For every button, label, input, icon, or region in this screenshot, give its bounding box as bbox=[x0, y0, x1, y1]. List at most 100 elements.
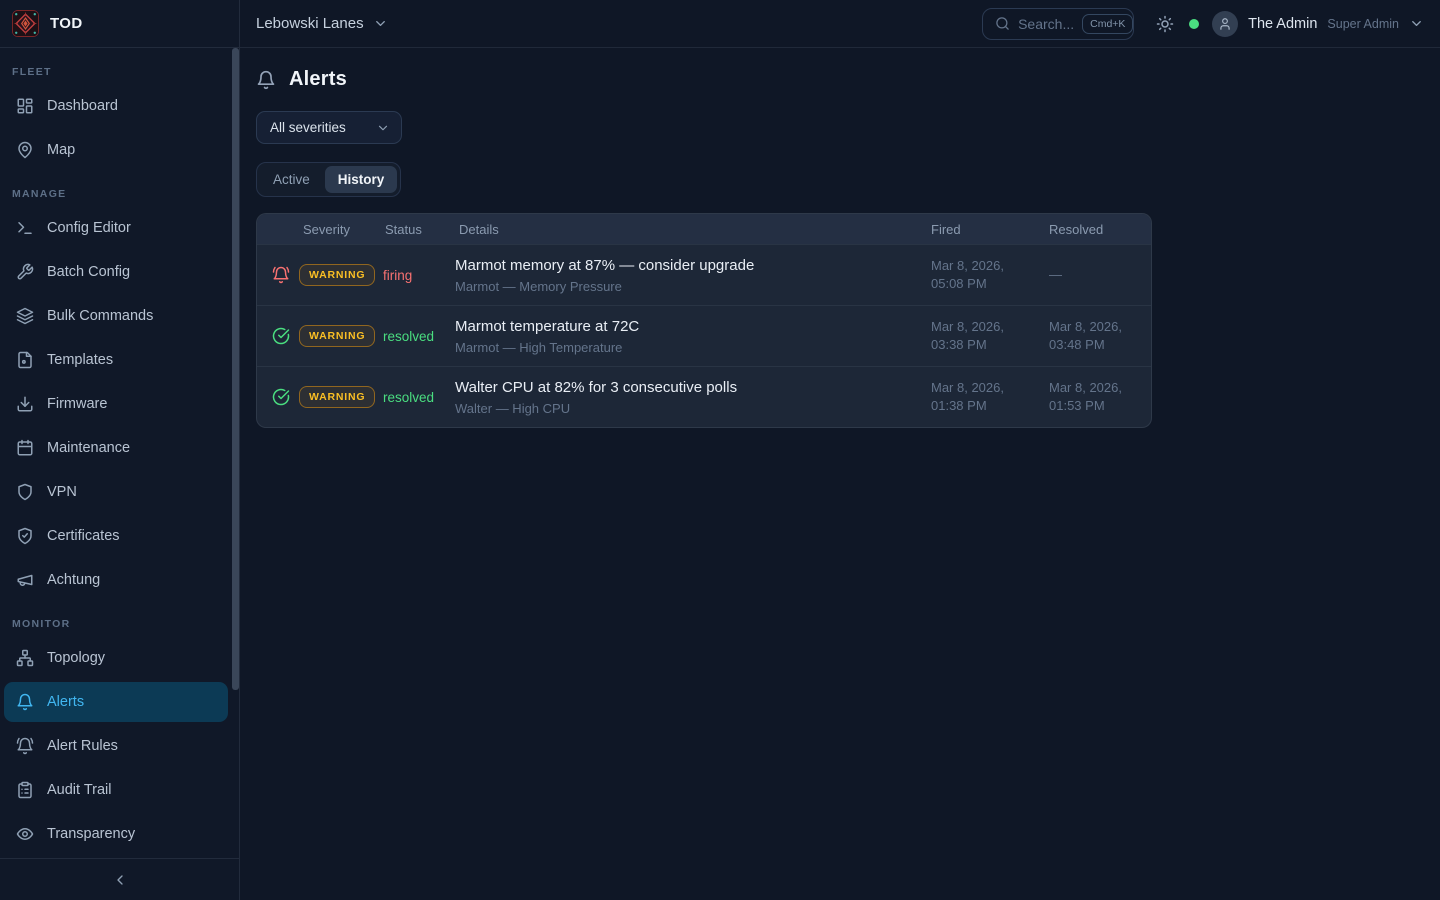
clipboard-list-icon bbox=[16, 781, 34, 799]
scrollbar-thumb[interactable] bbox=[232, 48, 239, 690]
table-row[interactable]: WARNING resolvedMarmot temperature at 72C… bbox=[257, 305, 1151, 366]
alert-title: Marmot temperature at 72C bbox=[455, 318, 903, 335]
circle-check-icon bbox=[272, 388, 290, 406]
tod-logo-icon bbox=[12, 10, 39, 37]
sidebar-item-map[interactable]: Map bbox=[4, 130, 228, 170]
sidebar-item-bulk-commands[interactable]: Bulk Commands bbox=[4, 296, 228, 336]
shield-icon bbox=[16, 483, 34, 501]
sidebar-item-vpn[interactable]: VPN bbox=[4, 472, 228, 512]
sidebar-item-transparency[interactable]: Transparency bbox=[4, 814, 228, 854]
sidebar-item-label: Firmware bbox=[47, 396, 107, 412]
page-header: Alerts bbox=[256, 68, 1424, 91]
alert-title: Walter CPU at 82% for 3 consecutive poll… bbox=[455, 379, 903, 396]
topbar: Lebowski Lanes Search... Cmd+K The Admin… bbox=[240, 0, 1440, 48]
severity-badge: WARNING bbox=[299, 386, 375, 408]
eye-icon bbox=[16, 825, 34, 843]
status-text: resolved bbox=[381, 390, 455, 405]
org-name: Lebowski Lanes bbox=[256, 15, 364, 32]
sidebar-item-config-editor[interactable]: Config Editor bbox=[4, 208, 228, 248]
avatar[interactable] bbox=[1212, 11, 1238, 37]
column-header-status: Status bbox=[381, 222, 455, 237]
download-icon bbox=[16, 395, 34, 413]
search-input[interactable]: Search... Cmd+K bbox=[982, 8, 1134, 40]
sidebar-item-label: Alerts bbox=[47, 694, 84, 710]
sun-icon bbox=[1156, 15, 1174, 33]
column-header-severity: Severity bbox=[299, 222, 381, 237]
sidebar: TOD FLEETDashboardMapMANAGEConfig Editor… bbox=[0, 0, 240, 900]
chevron-down-icon bbox=[376, 121, 390, 135]
theme-toggle-button[interactable] bbox=[1154, 13, 1176, 35]
severity-filter-value: All severities bbox=[270, 120, 346, 135]
sidebar-item-label: Bulk Commands bbox=[47, 308, 153, 324]
resolved-time: Mar 8, 2026, 03:48 PM bbox=[1033, 318, 1151, 353]
sidebar-item-achtung[interactable]: Achtung bbox=[4, 560, 228, 600]
bell-icon bbox=[256, 70, 276, 90]
sidebar-item-label: Dashboard bbox=[47, 98, 118, 114]
sidebar-item-label: Topology bbox=[47, 650, 105, 666]
user-role: Super Admin bbox=[1327, 17, 1399, 31]
sidebar-item-alert-rules[interactable]: Alert Rules bbox=[4, 726, 228, 766]
dashboard-icon bbox=[16, 97, 34, 115]
sidebar-item-dashboard[interactable]: Dashboard bbox=[4, 86, 228, 126]
app-name: TOD bbox=[50, 15, 83, 32]
sidebar-item-firmware[interactable]: Firmware bbox=[4, 384, 228, 424]
collapse-sidebar-button[interactable] bbox=[112, 872, 128, 888]
sidebar-item-label: Achtung bbox=[47, 572, 100, 588]
sidebar-item-topology[interactable]: Topology bbox=[4, 638, 228, 678]
resolved-time: Mar 8, 2026, 01:53 PM bbox=[1033, 379, 1151, 414]
sidebar-header: TOD bbox=[0, 0, 239, 48]
sidebar-item-certificates[interactable]: Certificates bbox=[4, 516, 228, 556]
layers-icon bbox=[16, 307, 34, 325]
resolved-time: — bbox=[1033, 266, 1151, 284]
wrench-icon bbox=[16, 263, 34, 281]
column-header-fired: Fired bbox=[915, 222, 1033, 237]
sidebar-item-alerts[interactable]: Alerts bbox=[4, 682, 228, 722]
severity-filter-select[interactable]: All severities bbox=[256, 111, 402, 144]
alert-subtitle: Marmot — High Temperature bbox=[455, 340, 903, 355]
fired-time: Mar 8, 2026, 01:38 PM bbox=[915, 379, 1033, 414]
shield-check-icon bbox=[16, 527, 34, 545]
alert-subtitle: Walter — High CPU bbox=[455, 401, 903, 416]
map-pin-icon bbox=[16, 141, 34, 159]
alert-title: Marmot memory at 87% — consider upgrade bbox=[455, 257, 903, 274]
sidebar-item-audit-trail[interactable]: Audit Trail bbox=[4, 770, 228, 810]
table-row[interactable]: WARNINGfiringMarmot memory at 87% — cons… bbox=[257, 244, 1151, 305]
sidebar-item-label: Config Editor bbox=[47, 220, 131, 236]
sidebar-item-batch-config[interactable]: Batch Config bbox=[4, 252, 228, 292]
user-menu-button[interactable] bbox=[1409, 16, 1424, 31]
calendar-icon bbox=[16, 439, 34, 457]
column-header-details: Details bbox=[455, 222, 915, 237]
table-row[interactable]: WARNING resolvedWalter CPU at 82% for 3 c… bbox=[257, 366, 1151, 427]
file-icon bbox=[16, 351, 34, 369]
tab-active[interactable]: Active bbox=[260, 166, 323, 193]
status-text: resolved bbox=[381, 329, 455, 344]
nav-section-label-fleet: FLEET bbox=[4, 66, 228, 78]
tab-history[interactable]: History bbox=[325, 166, 398, 193]
page-title: Alerts bbox=[289, 68, 347, 91]
sidebar-item-templates[interactable]: Templates bbox=[4, 340, 228, 380]
sidebar-item-label: VPN bbox=[47, 484, 77, 500]
topbar-right: Search... Cmd+K The Admin Super Admin bbox=[982, 8, 1424, 40]
org-selector[interactable]: Lebowski Lanes bbox=[256, 15, 388, 32]
sidebar-item-label: Certificates bbox=[47, 528, 120, 544]
sidebar-item-label: Batch Config bbox=[47, 264, 130, 280]
user-name: The Admin bbox=[1248, 16, 1317, 32]
page-content: Alerts All severities ActiveHistory Seve… bbox=[240, 48, 1440, 442]
chevron-down-icon bbox=[373, 16, 388, 31]
bell-ring-icon bbox=[272, 266, 290, 284]
severity-badge: WARNING bbox=[299, 325, 375, 347]
terminal-icon bbox=[16, 219, 34, 237]
chevron-left-icon bbox=[112, 872, 128, 888]
sidebar-nav: FLEETDashboardMapMANAGEConfig EditorBatc… bbox=[0, 48, 239, 858]
sidebar-item-maintenance[interactable]: Maintenance bbox=[4, 428, 228, 468]
alerts-table: SeverityStatusDetailsFiredResolved WARNI… bbox=[256, 213, 1152, 428]
bell-icon bbox=[16, 693, 34, 711]
alerts-view-tabs: ActiveHistory bbox=[256, 162, 401, 197]
sidebar-scrollbar[interactable] bbox=[232, 48, 239, 690]
table-header-row: SeverityStatusDetailsFiredResolved bbox=[257, 214, 1151, 244]
online-status-dot bbox=[1189, 19, 1199, 29]
column-header-resolved: Resolved bbox=[1033, 222, 1151, 237]
app-root: TOD FLEETDashboardMapMANAGEConfig Editor… bbox=[0, 0, 1440, 900]
sidebar-item-label: Map bbox=[47, 142, 75, 158]
fired-time: Mar 8, 2026, 05:08 PM bbox=[915, 257, 1033, 292]
